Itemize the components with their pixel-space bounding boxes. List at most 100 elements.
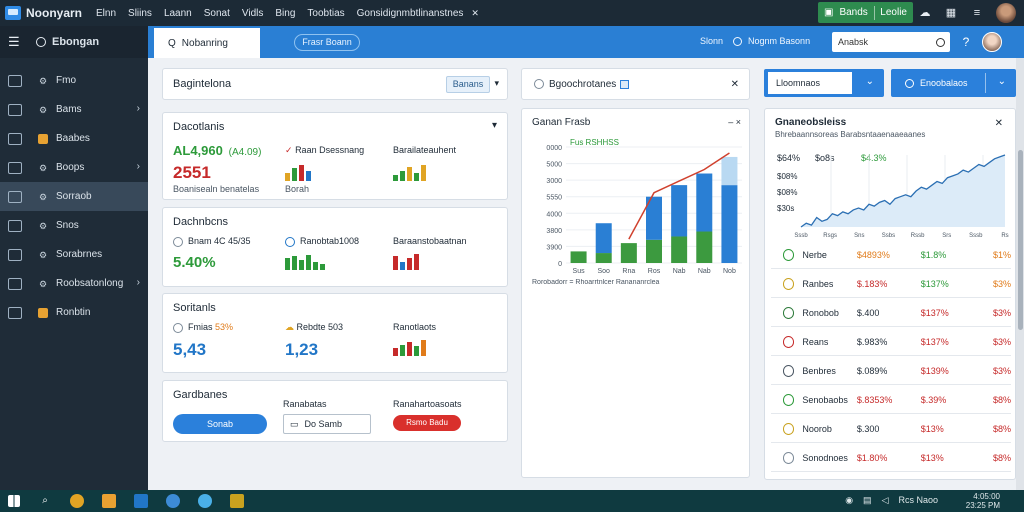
row-value: $1.80%: [856, 452, 888, 463]
grid-icon[interactable]: ▦: [944, 6, 958, 20]
sidebar-item[interactable]: Ronbtin: [0, 298, 148, 327]
browser-icon[interactable]: [70, 494, 84, 508]
dropdown-button[interactable]: Enoobalaos ⌄: [891, 69, 1016, 97]
sidebar-item[interactable]: ⚙ Snos: [0, 211, 148, 240]
mini-bar: [400, 262, 405, 270]
chat-icon[interactable]: ☁: [918, 6, 932, 20]
chevron-down-icon[interactable]: ▾: [492, 120, 497, 131]
scrollbar-thumb[interactable]: [1018, 150, 1023, 330]
chart-header-card: Bgoochrotanes ✕: [521, 68, 750, 100]
chevron-down-icon[interactable]: ▾: [494, 78, 499, 89]
secondary-button[interactable]: ▭ Do Samb: [283, 414, 371, 434]
menu-icon[interactable]: ≡: [970, 6, 984, 20]
table-row[interactable]: Benbres $.089% $139% $3%: [771, 357, 1011, 385]
sidebar-item[interactable]: ⚙ Sorraob: [0, 182, 148, 211]
menu-item[interactable]: Toobtias: [307, 8, 344, 19]
globe-icon: [733, 36, 743, 46]
sidebar-item[interactable]: ⚙ Sorabrnes: [0, 240, 148, 269]
header-label2[interactable]: Nognm Basonn: [748, 36, 810, 46]
sidebar-title: Ebongan: [52, 36, 100, 48]
row-change: $13%: [920, 423, 944, 434]
mini-bar: [393, 175, 398, 181]
windows-start-icon[interactable]: [8, 495, 20, 507]
search-input[interactable]: [838, 37, 932, 47]
menu-item-long[interactable]: Gonsidignmbtlinanstnes ✕: [357, 8, 479, 19]
sidebar-item[interactable]: ⚙ Roobsatonlong ›: [0, 269, 148, 298]
mini-bar: [421, 340, 426, 356]
x-tick-label: Ssbs: [882, 233, 895, 239]
menu-item[interactable]: Vidls: [242, 8, 264, 19]
table-row[interactable]: Reans $.983% $137% $3%: [771, 328, 1011, 356]
stat-value: $4.3%: [861, 153, 887, 163]
kpi-change: (A4.09): [228, 147, 262, 158]
table-row[interactable]: Noorob $.300 $13% $8%: [771, 415, 1011, 443]
close-icon[interactable]: ✕: [995, 118, 1003, 129]
menu-item[interactable]: Sonat: [204, 8, 230, 19]
search-box[interactable]: [832, 32, 950, 52]
store-icon[interactable]: [134, 494, 148, 508]
row-name: Ronobob: [802, 307, 839, 318]
dropdown-button[interactable]: Lloomnaos ⌄: [764, 69, 884, 97]
header-label[interactable]: Slonn: [700, 36, 723, 46]
top-action-button[interactable]: ▣ Bands Leolie: [818, 2, 913, 23]
folder-icon[interactable]: [102, 494, 116, 508]
x-tick-label: Rssb: [911, 233, 925, 239]
mini-bar: [400, 171, 405, 181]
mini-bar: [421, 165, 426, 181]
sidebar-item[interactable]: ⚙ Bams ›: [0, 95, 148, 124]
globe-icon[interactable]: [198, 494, 212, 508]
clock[interactable]: 4:05:00 23:25 PM: [966, 492, 1000, 510]
system-tray[interactable]: ◉ ▤ ◁ Rcs Naoo: [845, 495, 938, 506]
primary-button[interactable]: Sonab: [173, 414, 267, 434]
logo-icon: [36, 37, 46, 47]
table-row[interactable]: Ranbes $.183% $137% $3%: [771, 270, 1011, 298]
chevron-right-icon: ›: [136, 161, 140, 172]
photos-icon[interactable]: [230, 494, 244, 508]
danger-button[interactable]: Rsmo Badu: [393, 415, 461, 431]
actions-card: Gardbanes Ranabatas Ranahartoasoats Sona…: [162, 380, 508, 442]
filter-pill[interactable]: Frasr Boann: [294, 34, 360, 51]
close-icon[interactable]: ✕: [731, 79, 739, 90]
sidebar-item[interactable]: ⚙ Boops ›: [0, 153, 148, 182]
mini-bar-chart: [393, 165, 426, 181]
kpi-card: Soritanls Fmias 53% ☁ Rebdte 503 Ranotla…: [162, 293, 508, 373]
menu-item[interactable]: Bing: [275, 8, 295, 19]
table-row[interactable]: Nerbe $4893% $1.8% $1%: [771, 241, 1011, 269]
mini-bar: [306, 255, 311, 270]
table-row[interactable]: Senobaobs $.8353% $.39% $8%: [771, 386, 1011, 414]
x-tick-label: Nab: [673, 268, 686, 275]
menu-item[interactable]: Laann: [164, 8, 192, 19]
search-icon[interactable]: [936, 37, 945, 47]
table-row[interactable]: Sonodnoes $1.80% $13% $8%: [771, 444, 1011, 472]
table-row[interactable]: Ronobob $.400 $137% $3%: [771, 299, 1011, 327]
window-controls[interactable]: – ×: [728, 117, 741, 127]
coin-icon: [783, 393, 795, 406]
sidebar-item[interactable]: Baabes: [0, 124, 148, 153]
mini-bar-chart: [285, 165, 311, 181]
menu-item[interactable]: Elnn: [96, 8, 116, 19]
y-tick-label: 3800: [546, 228, 562, 235]
coin-icon: [783, 364, 795, 377]
row-name: Ranbes: [802, 278, 834, 289]
sidebar-item-label: Baabes: [56, 133, 90, 144]
help-icon[interactable]: ?: [958, 34, 974, 50]
kpi-subtitle: Bnam 4C 45/35: [173, 236, 251, 247]
info-icon[interactable]: [620, 79, 630, 89]
filter-chip[interactable]: Banans: [446, 76, 490, 93]
avatar[interactable]: [982, 32, 1002, 52]
sidebar-item-label: Sorraob: [56, 191, 92, 202]
search-icon: Q: [168, 37, 176, 49]
mini-bar: [407, 167, 412, 181]
hamburger-icon[interactable]: ☰: [8, 34, 22, 50]
search-icon[interactable]: ⌕: [38, 494, 52, 508]
tab-active[interactable]: Q Nobanring: [154, 28, 260, 58]
y-tick-label: $08%: [777, 188, 797, 197]
menu-item[interactable]: Sliins: [128, 8, 152, 19]
sidebar-item[interactable]: ⚙ Fmo: [0, 66, 148, 95]
document-icon: ▭: [290, 418, 299, 429]
edge-icon[interactable]: [166, 494, 180, 508]
row-percent: $3%: [992, 365, 1011, 376]
coin-icon: [783, 335, 795, 348]
avatar[interactable]: [996, 3, 1016, 23]
row-percent: $8%: [992, 452, 1011, 463]
